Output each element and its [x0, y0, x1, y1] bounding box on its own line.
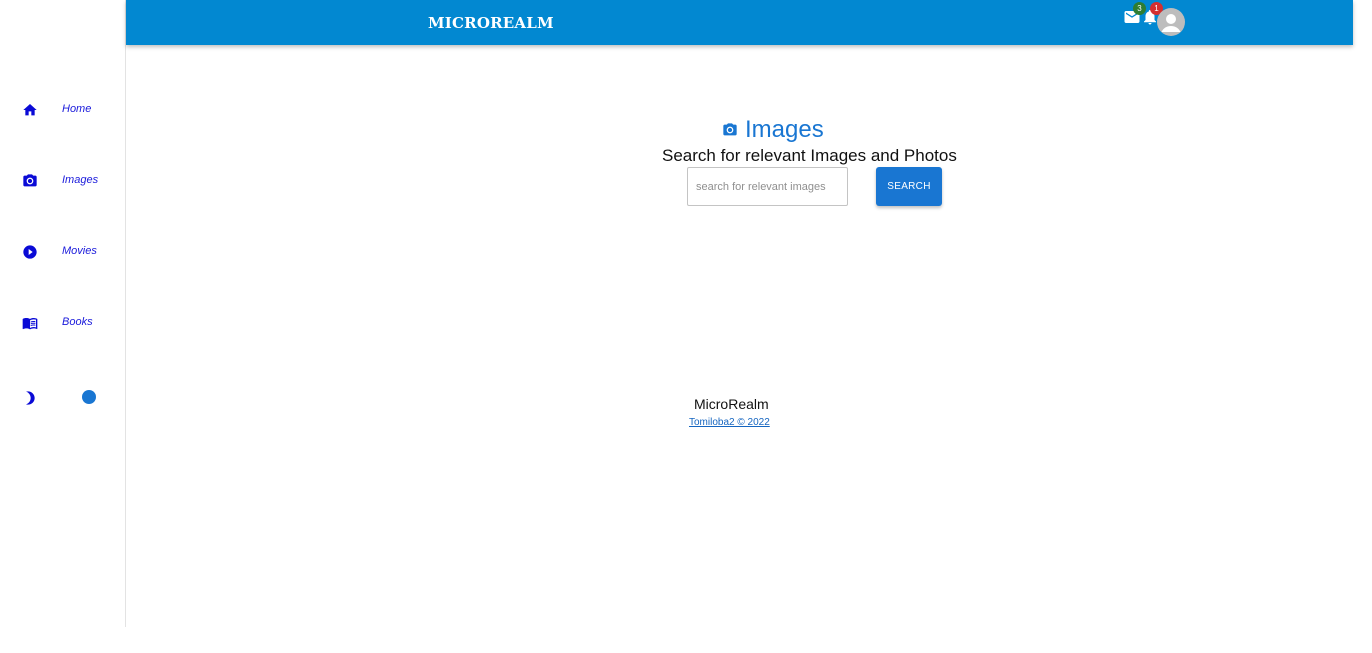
camera-icon — [723, 123, 737, 136]
sidebar: Home Images Movies Books — [0, 0, 126, 627]
sidebar-item-home[interactable]: Home — [0, 95, 125, 125]
book-icon — [22, 318, 38, 330]
camera-icon — [23, 174, 37, 187]
page-title: Images — [745, 116, 824, 143]
search-button[interactable]: SEARCH — [876, 167, 942, 206]
page-heading: Images — [722, 116, 824, 144]
search-input[interactable] — [687, 167, 848, 206]
sidebar-item-label: Books — [62, 316, 93, 328]
page-subtitle: Search for relevant Images and Photos — [662, 146, 957, 165]
sidebar-item-label: Home — [62, 103, 92, 115]
app-bar: MICROREALM 3 1 — [126, 0, 1353, 45]
sidebar-item-movies[interactable]: Movies — [0, 237, 125, 267]
theme-toggle-row — [0, 386, 125, 408]
sidebar-item-images[interactable]: Images — [0, 166, 125, 196]
account-circle-icon — [1161, 14, 1181, 32]
theme-toggle-switch[interactable] — [82, 390, 96, 404]
footer-credit-link[interactable]: Tomiloba2 © 2022 — [689, 417, 770, 428]
sidebar-item-label: Movies — [62, 245, 97, 257]
home-icon — [23, 104, 37, 116]
avatar[interactable] — [1157, 8, 1185, 36]
moon-icon — [26, 391, 35, 405]
play-circle-icon — [23, 245, 37, 259]
sidebar-item-books[interactable]: Books — [0, 308, 125, 338]
footer-app-name: MicroRealm — [694, 396, 769, 412]
brand-logo[interactable]: MICROREALM — [428, 14, 554, 32]
sidebar-item-label: Images — [62, 174, 99, 186]
